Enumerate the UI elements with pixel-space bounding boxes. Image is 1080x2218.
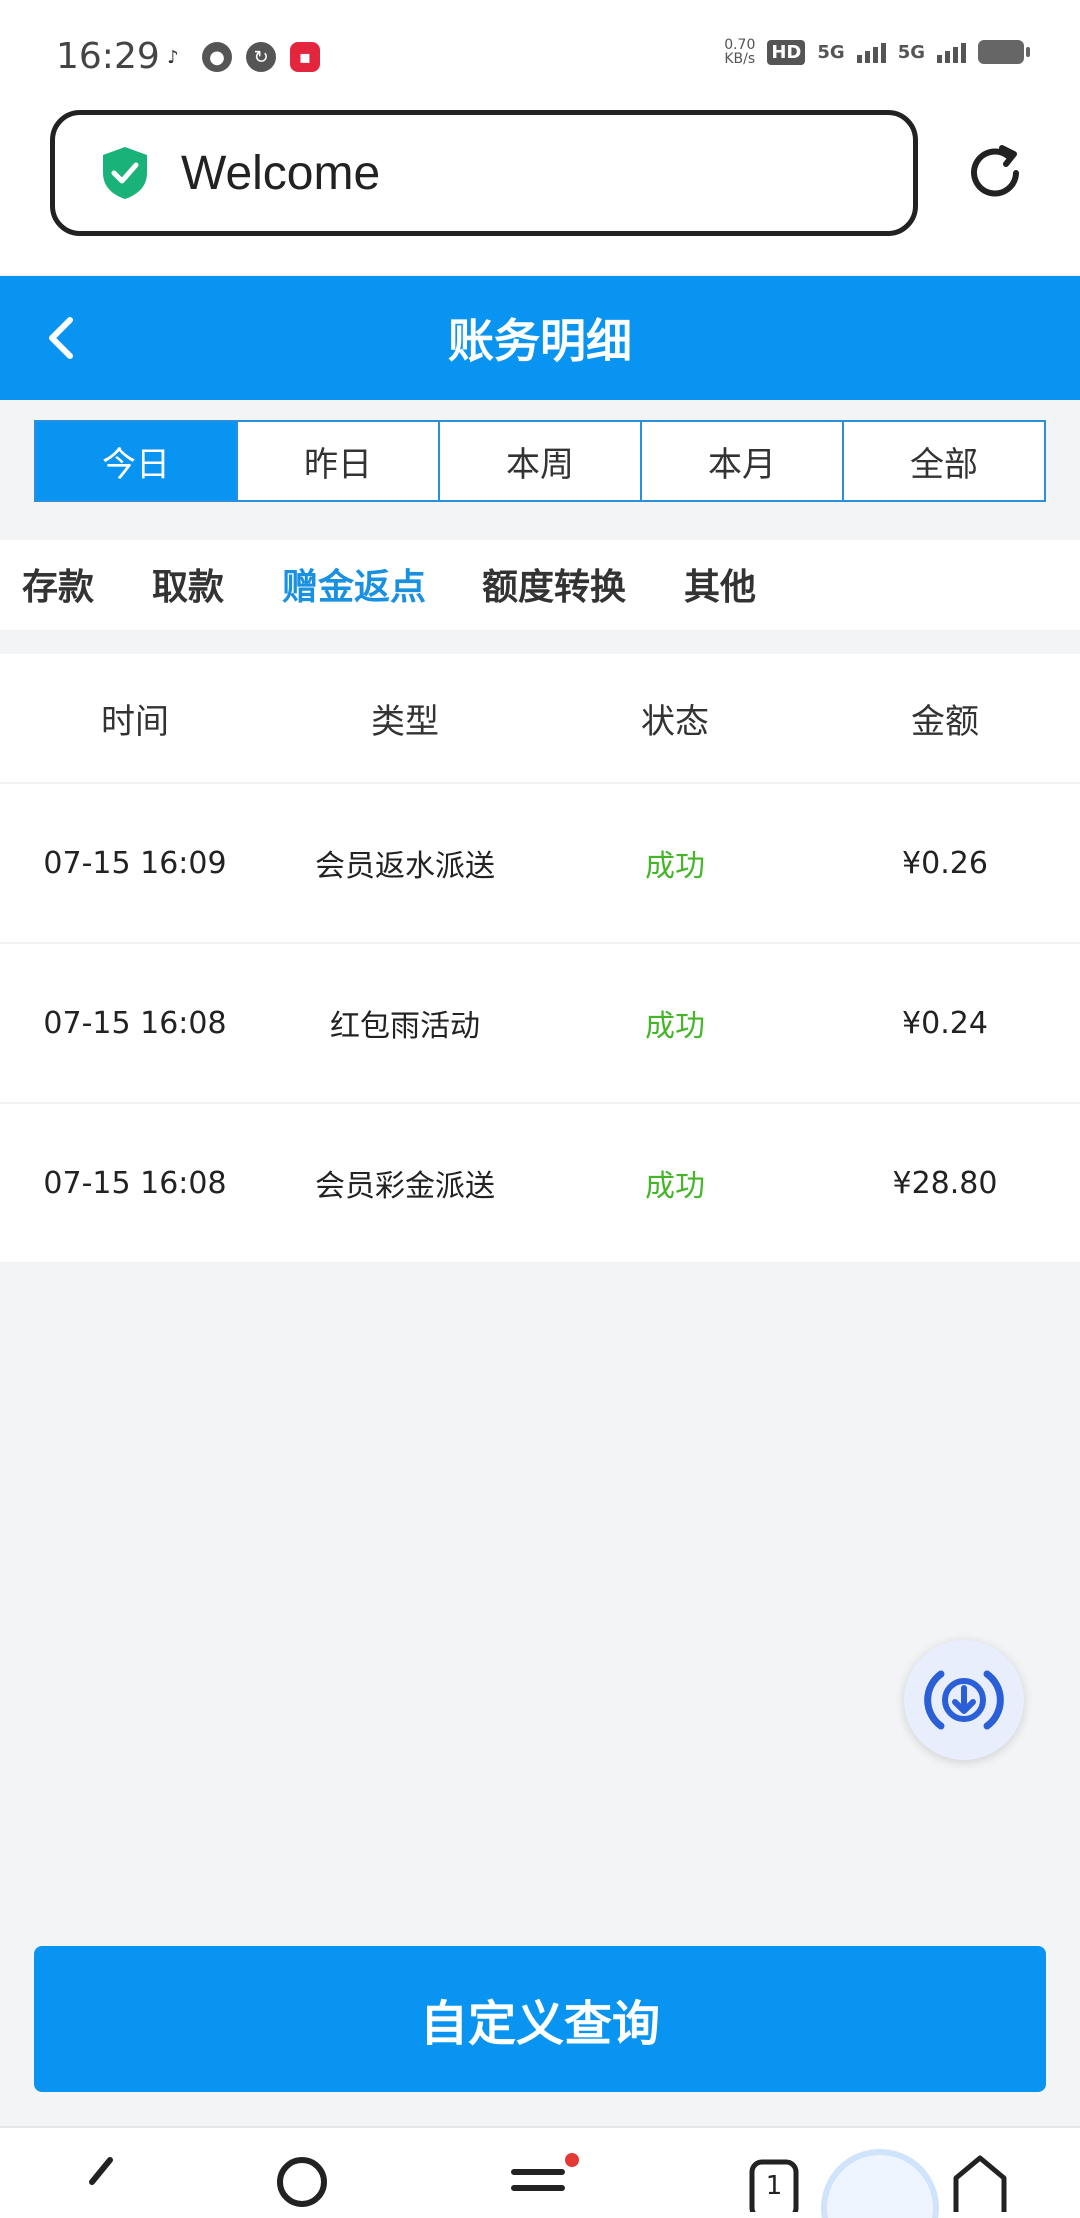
cell-type: 会员返水派送 xyxy=(315,849,495,884)
tiktok-icon: ♪ xyxy=(158,42,188,72)
tab-this-week[interactable]: 本周 xyxy=(438,422,640,500)
transaction-table: 时间 类型 状态 金额 07-15 16:09 会员返水派送 成功 ¥0.26 … xyxy=(0,654,1080,1262)
date-filter-tabs: 今日 昨日 本周 本月 全部 xyxy=(34,420,1046,502)
tab-today[interactable]: 今日 xyxy=(36,422,236,500)
tab-all[interactable]: 全部 xyxy=(842,422,1044,500)
table-header: 时间 类型 状态 金额 xyxy=(0,654,1080,784)
custom-query-button[interactable]: 自定义查询 xyxy=(34,1946,1046,2092)
speed-unit: KB/s xyxy=(724,51,756,67)
network-speed: 0.70 KB/s xyxy=(724,38,755,66)
speed-value: 0.70 xyxy=(724,37,756,53)
address-bar[interactable]: Welcome xyxy=(50,110,918,236)
cell-time: 07-15 16:09 xyxy=(43,845,227,881)
page-header: 账务明细 xyxy=(0,276,1080,400)
reload-icon[interactable] xyxy=(962,140,1028,206)
notification-icons: ♪ ● ↻ ▪ xyxy=(158,42,320,72)
menu-icon[interactable] xyxy=(510,2152,580,2212)
sync-icon: ↻ xyxy=(246,42,276,72)
battery-icon xyxy=(978,40,1030,64)
browser-toolbar: Welcome xyxy=(0,110,1080,274)
cell-type: 红包雨活动 xyxy=(330,1009,480,1044)
category-tabs: 存款 取款 赠金返点 额度转换 其他 xyxy=(0,540,1080,630)
network-type-2: 5G xyxy=(897,41,925,63)
col-amount: 金额 xyxy=(911,701,979,742)
tab-credit-transfer[interactable]: 额度转换 xyxy=(482,558,626,610)
table-row[interactable]: 07-15 16:08 红包雨活动 成功 ¥0.24 xyxy=(0,944,1080,1104)
svg-text:1: 1 xyxy=(766,2171,783,2201)
chat-icon: ● xyxy=(202,42,232,72)
shield-check-icon xyxy=(103,147,147,199)
hd-icon: HD xyxy=(767,39,806,65)
col-type: 类型 xyxy=(371,701,439,742)
cell-status: 成功 xyxy=(645,849,705,884)
tab-other[interactable]: 其他 xyxy=(684,558,756,610)
col-status: 状态 xyxy=(641,701,709,742)
floating-download-button[interactable] xyxy=(904,1640,1024,1760)
nav-back-icon[interactable] xyxy=(80,2152,120,2212)
cell-type: 会员彩金派送 xyxy=(315,1169,495,1204)
address-text: Welcome xyxy=(181,146,381,200)
browser-bottom-bar: 1 xyxy=(0,2126,1080,2218)
cell-amount: ¥0.24 xyxy=(902,1005,988,1041)
search-icon[interactable] xyxy=(272,2152,332,2212)
tab-deposit[interactable]: 存款 xyxy=(22,558,94,610)
table-row[interactable]: 07-15 16:09 会员返水派送 成功 ¥0.26 xyxy=(0,784,1080,944)
cell-amount: ¥28.80 xyxy=(892,1165,998,1201)
status-right: 0.70 KB/s HD 5G 5G xyxy=(724,38,1030,66)
network-type-1: 5G xyxy=(817,41,845,63)
status-bar: 16:29 ♪ ● ↻ ▪ 0.70 KB/s HD 5G 5G xyxy=(0,0,1080,110)
page-title: 账务明细 xyxy=(448,314,632,368)
tab-bonus-rebate[interactable]: 赠金返点 xyxy=(282,558,426,610)
cell-time: 07-15 16:08 xyxy=(43,1005,227,1041)
home-icon[interactable] xyxy=(950,2152,1010,2212)
cell-status: 成功 xyxy=(645,1169,705,1204)
cell-status: 成功 xyxy=(645,1009,705,1044)
profile-bubble-icon[interactable] xyxy=(820,2138,940,2218)
tab-withdraw[interactable]: 取款 xyxy=(152,558,224,610)
signal-icon-2 xyxy=(937,41,966,63)
table-row[interactable]: 07-15 16:08 会员彩金派送 成功 ¥28.80 xyxy=(0,1104,1080,1262)
col-time: 时间 xyxy=(101,701,169,742)
signal-icon xyxy=(856,41,886,63)
back-icon[interactable] xyxy=(42,312,78,364)
tab-yesterday[interactable]: 昨日 xyxy=(236,422,438,500)
status-time: 16:29 xyxy=(56,36,160,77)
download-icon xyxy=(924,1670,1004,1730)
app-notification-icon: ▪ xyxy=(290,42,320,72)
tabs-icon[interactable]: 1 xyxy=(748,2152,808,2212)
cell-time: 07-15 16:08 xyxy=(43,1165,227,1201)
tab-this-month[interactable]: 本月 xyxy=(640,422,842,500)
cell-amount: ¥0.26 xyxy=(902,845,988,881)
